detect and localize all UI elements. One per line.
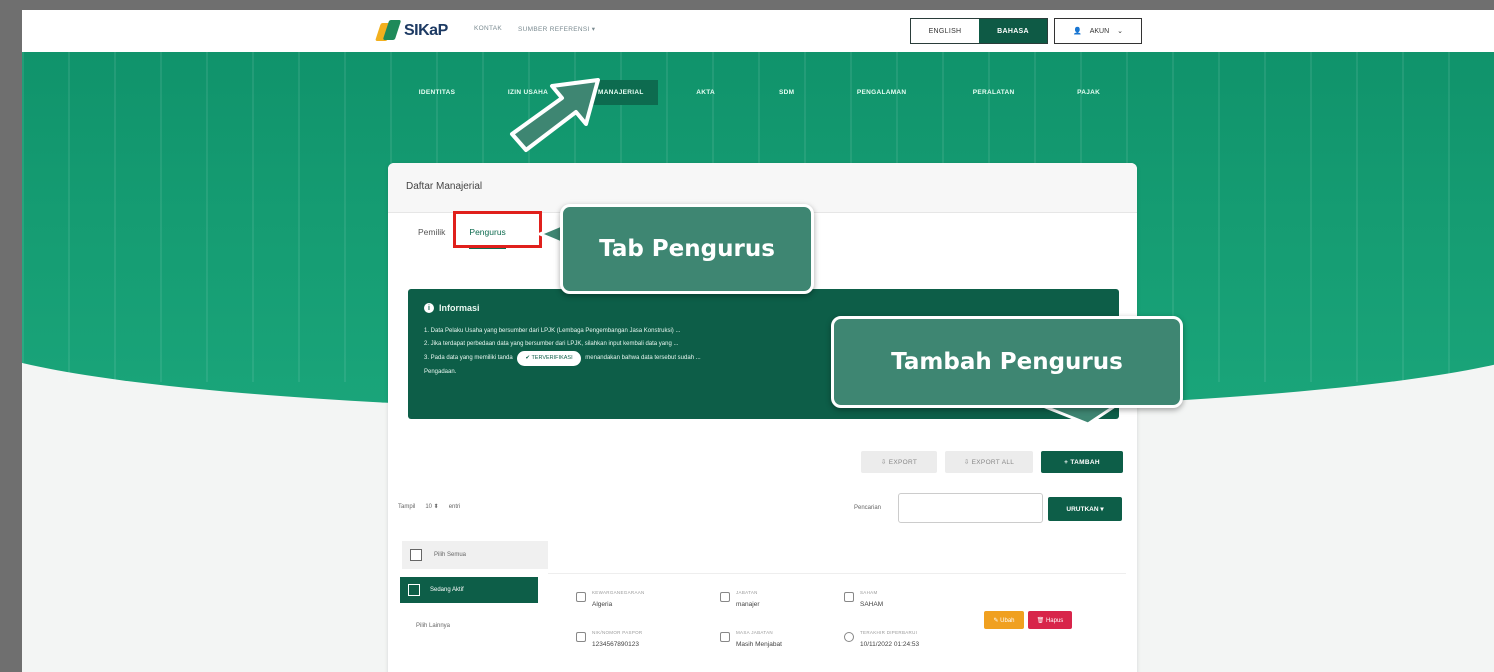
- lang-bahasa-button[interactable]: BAHASA: [979, 19, 1047, 43]
- delete-button[interactable]: 🗑 Hapus: [1028, 611, 1072, 629]
- briefcase-icon: [720, 592, 730, 602]
- show-label: Tampil: [398, 503, 416, 510]
- callout-tambah-pengurus: Tambah Pengurus: [831, 316, 1183, 408]
- urutkan-button[interactable]: URUTKAN ▾: [1048, 497, 1122, 521]
- filter-select-all[interactable]: Pilih Semua: [402, 541, 548, 569]
- page-size-select[interactable]: 10 ⬍: [425, 503, 438, 510]
- tab-pemilik[interactable]: Pemilik: [418, 227, 445, 249]
- table-controls: Tampil 10 ⬍ entri Pencarian URUTKAN ▾: [398, 493, 1128, 523]
- tab-pengurus-highlight: [453, 211, 542, 248]
- top-header: SIKaP KONTAK SUMBER REFERENSI ▾ ENGLISH …: [22, 10, 1494, 52]
- filter-active-label: Sedang Aktif: [430, 587, 464, 593]
- filter-active[interactable]: Sedang Aktif: [400, 577, 538, 603]
- checkbox[interactable]: [410, 549, 422, 561]
- language-switch: ENGLISH BAHASA: [910, 18, 1048, 44]
- top-navigation: KONTAK SUMBER REFERENSI ▾: [474, 25, 595, 33]
- logo-icon: [375, 20, 402, 42]
- info-line-3-pre: 3. Pada data yang memiliki tanda: [424, 355, 513, 361]
- entries-label: entri: [448, 503, 461, 510]
- edit-button[interactable]: ✎ Ubah: [984, 611, 1024, 629]
- clock-icon: [844, 632, 854, 642]
- pointer-arrow: [510, 78, 600, 152]
- export-all-button[interactable]: ⇩ EXPORT ALL: [945, 451, 1033, 473]
- action-buttons: ⇩ EXPORT ⇩ EXPORT ALL + TAMBAH: [861, 451, 1123, 473]
- lang-english-button[interactable]: ENGLISH: [911, 19, 979, 43]
- info-title: i Informasi: [424, 303, 1103, 313]
- field-masa-jabatan: MASA JABATAN Masih Menjabat: [720, 630, 782, 648]
- callout-tab-pengurus: Tab Pengurus: [560, 204, 814, 294]
- hourglass-icon: [720, 632, 730, 642]
- filter-all-label: Pilih Semua: [434, 552, 467, 558]
- export-button[interactable]: ⇩ EXPORT: [861, 451, 937, 473]
- logo-text: SIKaP: [404, 22, 448, 39]
- tambah-button[interactable]: + TAMBAH: [1041, 451, 1123, 473]
- info-icon: i: [424, 303, 434, 313]
- chart-icon: [844, 592, 854, 602]
- page-size-control: Tampil 10 ⬍ entri: [398, 503, 461, 511]
- field-kewarganegaraan: KEWARGANEGARAAN Algeria: [576, 590, 645, 608]
- field-nik: NIK/NOMOR PASPOR 1234567890123: [576, 630, 642, 648]
- verified-badge: ✔ TERVERIFIKASI: [517, 351, 581, 366]
- user-icon: 👤: [1072, 28, 1082, 35]
- tab-sdm[interactable]: SDM: [754, 80, 820, 105]
- account-label: AKUN: [1089, 27, 1110, 35]
- nav-sumber-referensi[interactable]: SUMBER REFERENSI ▾: [518, 25, 595, 33]
- field-saham: SAHAM SAHAM: [844, 590, 883, 608]
- field-terakhir-diperbarui: TERAKHIR DIPERBARUI 10/11/2022 01:24:53: [844, 630, 919, 648]
- id-card-icon: [576, 632, 586, 642]
- nav-kontak[interactable]: KONTAK: [474, 25, 502, 33]
- search-label: Pencarian: [854, 505, 882, 511]
- tab-peralatan[interactable]: PERALATAN: [944, 80, 1044, 105]
- info-line-3-post: menandakan bahwa data tersebut sudah ...: [585, 355, 701, 361]
- account-button[interactable]: 👤 AKUN ⌄: [1054, 18, 1142, 44]
- tab-akta[interactable]: AKTA: [658, 80, 754, 105]
- tab-identitas[interactable]: IDENTITAS: [402, 80, 472, 105]
- tab-pajak[interactable]: PAJAK: [1044, 80, 1134, 105]
- info-title-text: Informasi: [439, 303, 480, 313]
- field-jabatan: JABATAN manajer: [720, 590, 759, 608]
- search-input[interactable]: [898, 493, 1043, 523]
- checkbox[interactable]: [408, 584, 420, 596]
- sikap-logo[interactable]: SIKaP: [375, 20, 448, 42]
- chevron-down-icon: ⌄: [1117, 28, 1124, 35]
- filter-other[interactable]: Pilih Lainnya: [416, 623, 450, 629]
- tab-pengalaman[interactable]: PENGALAMAN: [820, 80, 944, 105]
- browser-viewport: SIKaP KONTAK SUMBER REFERENSI ▾ ENGLISH …: [22, 10, 1494, 672]
- flag-icon: [576, 592, 586, 602]
